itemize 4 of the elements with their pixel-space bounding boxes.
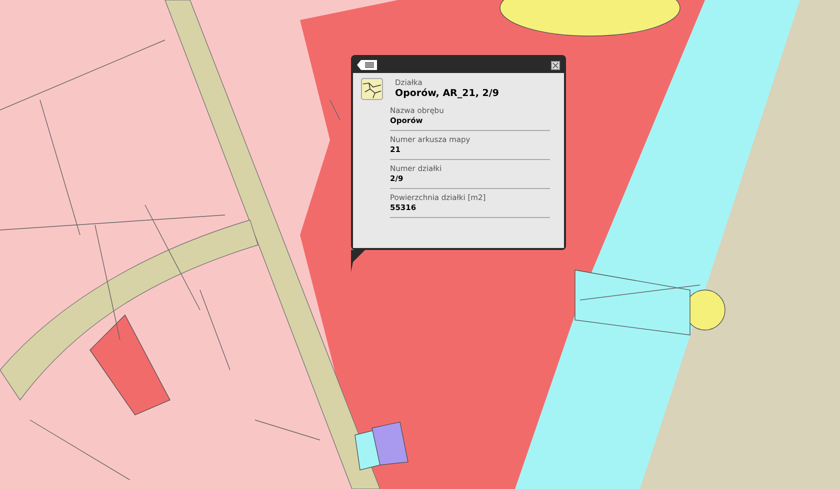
close-icon[interactable]	[551, 60, 560, 70]
list-icon[interactable]	[357, 60, 377, 70]
popup-title: Oporów, AR_21, 2/9	[395, 88, 499, 100]
parcel-map-icon	[361, 78, 383, 100]
